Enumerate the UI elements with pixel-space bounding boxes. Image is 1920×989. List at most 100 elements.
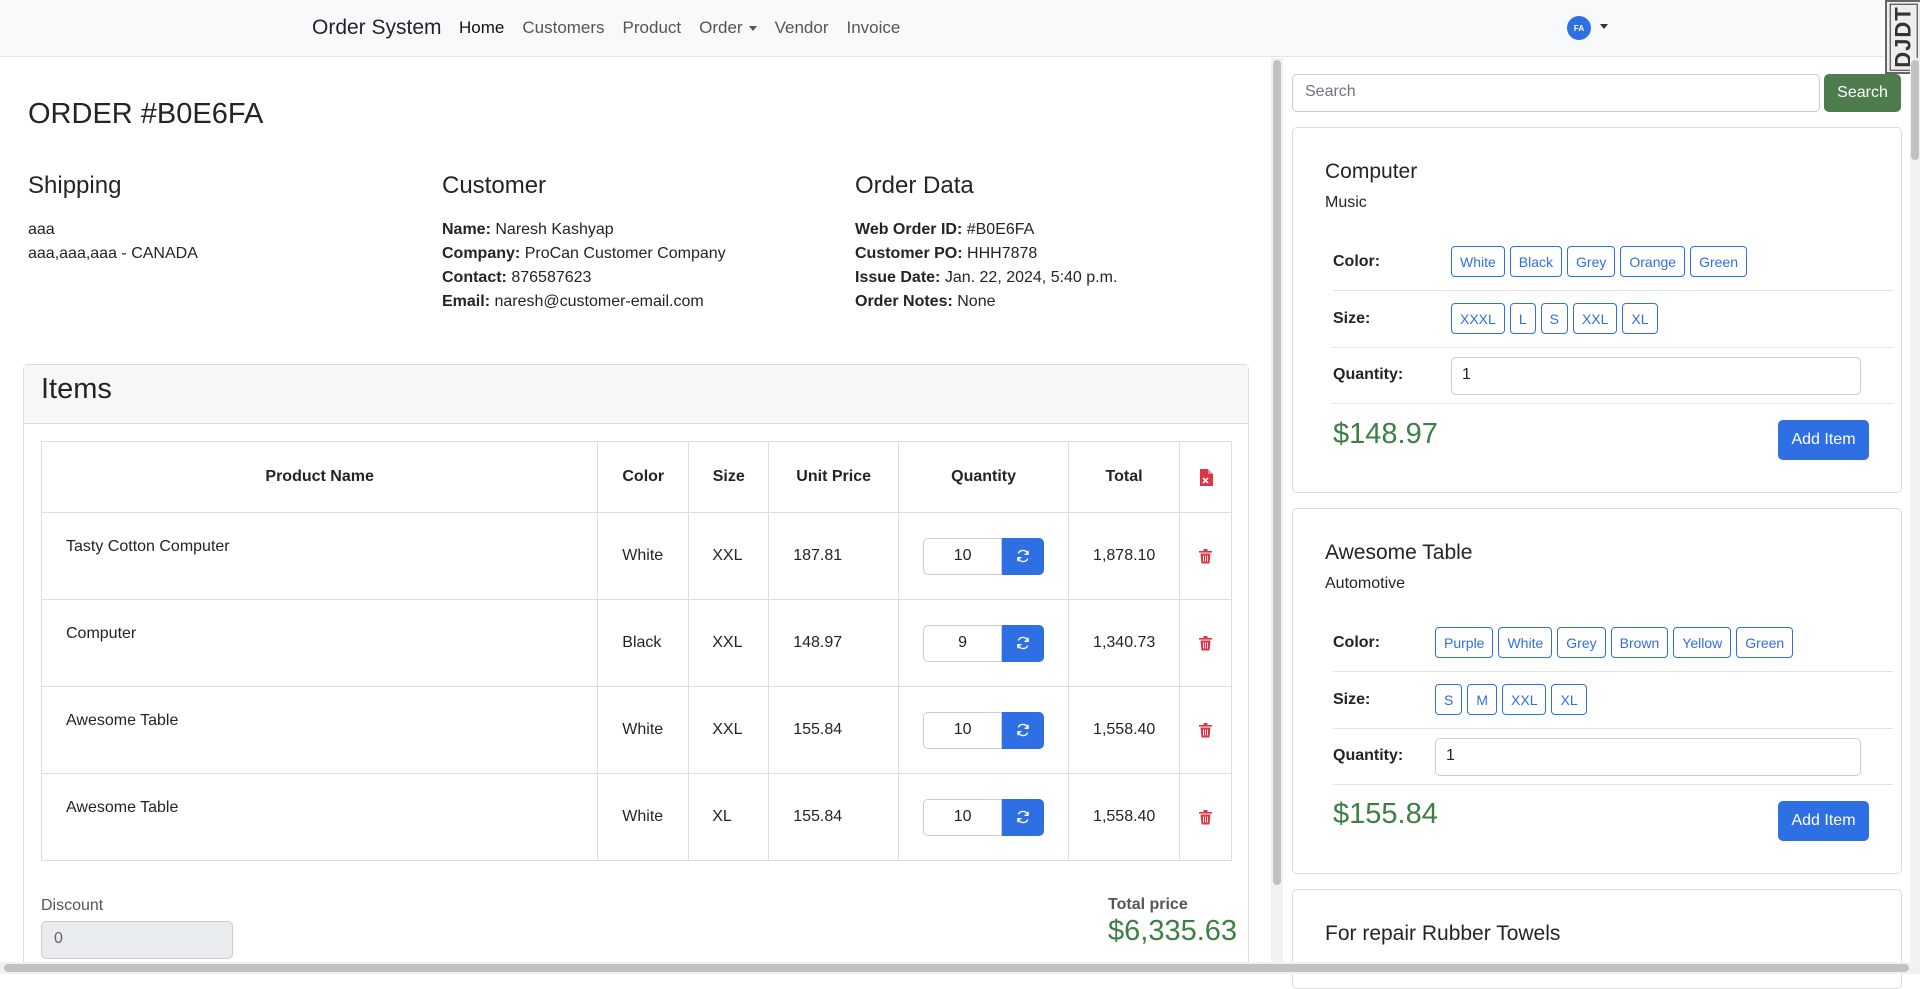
item-size: XL	[688, 773, 770, 861]
update-quantity-button[interactable]	[1002, 537, 1045, 575]
color-option-button[interactable]: Yellow	[1673, 627, 1732, 658]
trash-icon[interactable]	[1199, 548, 1212, 564]
color-option-button[interactable]: Green	[1690, 246, 1747, 277]
product-name: Computer	[1325, 160, 1418, 183]
color-option-button[interactable]: Brown	[1610, 627, 1669, 658]
color-option-button[interactable]: White	[1451, 246, 1505, 277]
size-option-button[interactable]: XXL	[1502, 684, 1547, 715]
product-name: Awesome Table	[1325, 541, 1473, 564]
search-button[interactable]: Search	[1824, 74, 1901, 112]
size-option-button[interactable]: XL	[1622, 303, 1658, 334]
size-option-button[interactable]: L	[1509, 303, 1536, 334]
item-unit-price: 187.81	[768, 512, 900, 600]
trash-icon[interactable]	[1199, 809, 1212, 825]
web-order-id-label: Web Order ID:	[855, 221, 963, 238]
quantity-input[interactable]: 1	[1435, 738, 1861, 776]
trash-icon[interactable]	[1199, 722, 1212, 738]
color-option-button[interactable]: Grey	[1557, 627, 1606, 658]
horizontal-scrollbar[interactable]	[0, 962, 1920, 974]
nav-customers[interactable]: Customers	[522, 18, 604, 38]
color-option-button[interactable]: Green	[1736, 627, 1794, 658]
size-option-button[interactable]: XXL	[1572, 303, 1618, 334]
order-data-section: Order Data Web Order ID: #B0E6FA Custome…	[855, 172, 1255, 314]
color-options: Purple White Grey Brown Yellow Green	[1435, 627, 1794, 658]
product-price: $155.84	[1333, 798, 1438, 830]
order-detail-panel: ORDER #B0E6FA Shipping aaa aaa,aaa,aaa -…	[0, 58, 1270, 962]
color-option-button[interactable]: Purple	[1435, 627, 1494, 658]
right-panel-scrollbar[interactable]	[1910, 58, 1920, 962]
brand[interactable]: Order System	[312, 16, 442, 40]
product-search-input[interactable]: Search	[1292, 74, 1820, 112]
total-price-value: $6,335.63	[1108, 915, 1238, 947]
issue-date: Jan. 22, 2024, 5:40 p.m.	[944, 269, 1118, 286]
nav-product[interactable]: Product	[623, 18, 682, 38]
shipping-line-1: aaa	[28, 221, 55, 238]
left-panel-scrollbar[interactable]	[1271, 58, 1283, 962]
refresh-icon	[1017, 723, 1029, 737]
col-total: Total	[1068, 441, 1180, 513]
col-quantity: Quantity	[898, 441, 1070, 513]
color-option-button[interactable]: Black	[1509, 246, 1563, 277]
size-option-button[interactable]: XXXL	[1451, 303, 1505, 334]
item-color: White	[597, 686, 690, 774]
nav-invoice[interactable]: Invoice	[847, 18, 901, 38]
color-option-button[interactable]: White	[1498, 627, 1553, 658]
user-menu-chevron-icon[interactable]	[1600, 24, 1608, 29]
size-option-button[interactable]: M	[1467, 684, 1498, 715]
size-option-button[interactable]: S	[1540, 303, 1568, 334]
nav-order-dropdown[interactable]: Order	[699, 18, 757, 38]
chevron-down-icon	[748, 25, 757, 31]
update-quantity-button[interactable]	[1002, 711, 1045, 749]
update-quantity-button[interactable]	[1002, 624, 1045, 662]
user-avatar[interactable]: FA	[1567, 16, 1591, 40]
item-quantity-cell: 10	[898, 512, 1070, 600]
navbar: Order System Home Customers Product Orde…	[0, 0, 1920, 57]
item-quantity-cell: 9	[898, 599, 1070, 687]
item-quantity-input[interactable]: 9	[923, 624, 1003, 662]
refresh-icon	[1017, 636, 1029, 650]
size-option-button[interactable]: S	[1435, 684, 1463, 715]
quantity-input[interactable]: 1	[1451, 357, 1861, 395]
nav-links: Home Customers Product Order Vendor Invo…	[459, 18, 918, 38]
update-quantity-button[interactable]	[1002, 798, 1045, 836]
shipping-heading: Shipping	[28, 172, 122, 199]
items-heading: Items	[41, 373, 112, 405]
product-category: Music	[1325, 194, 1367, 211]
nav-home[interactable]: Home	[459, 18, 504, 38]
order-data-heading: Order Data	[855, 172, 974, 199]
color-option-button[interactable]: Orange	[1620, 246, 1686, 277]
item-product-name: Computer	[40, 599, 599, 687]
discount-input[interactable]: 0	[41, 921, 233, 959]
customer-po: HHH7878	[967, 245, 1038, 262]
nav-vendor[interactable]: Vendor	[775, 18, 829, 38]
item-size: XXL	[688, 599, 770, 687]
shipping-line-2: aaa,aaa,aaa - CANADA	[28, 245, 198, 262]
color-option-button[interactable]: Grey	[1567, 246, 1616, 277]
size-option-button[interactable]: XL	[1551, 684, 1587, 715]
item-total: 1,340.73	[1068, 599, 1180, 687]
col-delete	[1179, 441, 1232, 513]
item-total: 1,558.40	[1068, 686, 1180, 774]
item-quantity-input[interactable]: 10	[923, 798, 1003, 836]
add-item-button[interactable]: Add Item	[1778, 801, 1869, 841]
item-product-name: Awesome Table	[40, 773, 599, 861]
item-quantity-input[interactable]: 10	[923, 537, 1003, 575]
quantity-label: Quantity:	[1333, 747, 1404, 764]
pdf-file-icon[interactable]	[1199, 468, 1213, 486]
customer-company: ProCan Customer Company	[524, 245, 726, 262]
item-total: 1,878.10	[1068, 512, 1180, 600]
items-table: Product Name Color Size Unit Price Quant…	[40, 441, 1232, 861]
size-options: S M XXL XL	[1435, 684, 1587, 715]
item-unit-price: 148.97	[768, 599, 900, 687]
add-item-button[interactable]: Add Item	[1778, 420, 1869, 460]
item-unit-price: 155.84	[768, 773, 900, 861]
customer-heading: Customer	[442, 172, 547, 199]
item-delete-cell	[1179, 599, 1232, 687]
trash-icon[interactable]	[1199, 635, 1212, 651]
item-quantity-input[interactable]: 10	[923, 711, 1003, 749]
item-product-name: Awesome Table	[40, 686, 599, 774]
item-color: White	[597, 773, 690, 861]
product-card-rubber-towels: For repair Rubber Towels	[1292, 889, 1902, 989]
size-options: XXXL L S XXL XL	[1451, 303, 1658, 334]
discount-label: Discount	[41, 897, 104, 914]
